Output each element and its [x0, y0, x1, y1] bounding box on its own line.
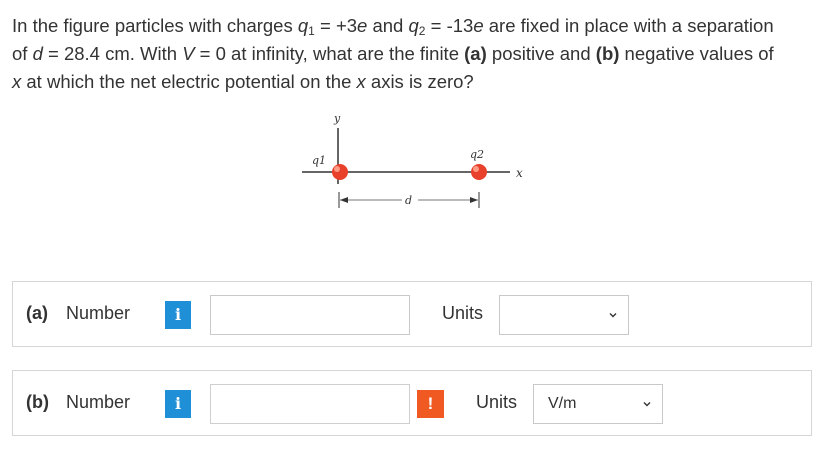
answer-row-b: (b) Number i ! Units V/m [12, 370, 812, 436]
q2-label: q2 [470, 148, 484, 161]
info-icon[interactable]: i [165, 301, 191, 329]
units-select-value-b: V/m [548, 395, 577, 412]
d-arrow-right [470, 197, 478, 203]
question-line-3: x at which the net electric potential on… [12, 71, 474, 92]
d-arrow-left [340, 197, 348, 203]
units-select-a[interactable] [499, 295, 629, 335]
q1-label: q1 [312, 154, 326, 167]
q1-charge [332, 164, 348, 180]
units-label-b: Units [476, 392, 518, 412]
question-text: In the figure particles with charges q1 … [12, 12, 808, 96]
question-line-2: of d = 28.4 cm. With V = 0 at infinity, … [12, 43, 774, 64]
number-label-a: Number [66, 303, 131, 323]
charges-figure: y q1 q2 x d [302, 112, 523, 208]
number-input-a[interactable] [210, 295, 410, 335]
q2-symbol: q [408, 15, 419, 36]
answer-row-a: (a) Number i Units [12, 281, 812, 347]
number-input-b[interactable] [210, 384, 410, 424]
chevron-down-icon [609, 313, 617, 318]
warning-icon[interactable]: ! [417, 390, 444, 418]
part-label-a: (a) [26, 303, 48, 323]
info-icon[interactable]: i [165, 390, 191, 418]
d-label: d [405, 194, 412, 207]
x-axis-label: x [516, 166, 523, 180]
number-label-b: Number [66, 392, 131, 412]
question-line-1: In the figure particles with charges q1 … [12, 15, 774, 38]
units-select-b[interactable]: V/m [533, 384, 663, 424]
part-label-b: (b) [26, 392, 49, 412]
chevron-down-icon [643, 402, 651, 407]
q1-symbol: q [297, 15, 309, 36]
q2-charge [471, 164, 487, 180]
units-label-a: Units [442, 303, 484, 323]
y-axis-label: y [333, 112, 341, 125]
